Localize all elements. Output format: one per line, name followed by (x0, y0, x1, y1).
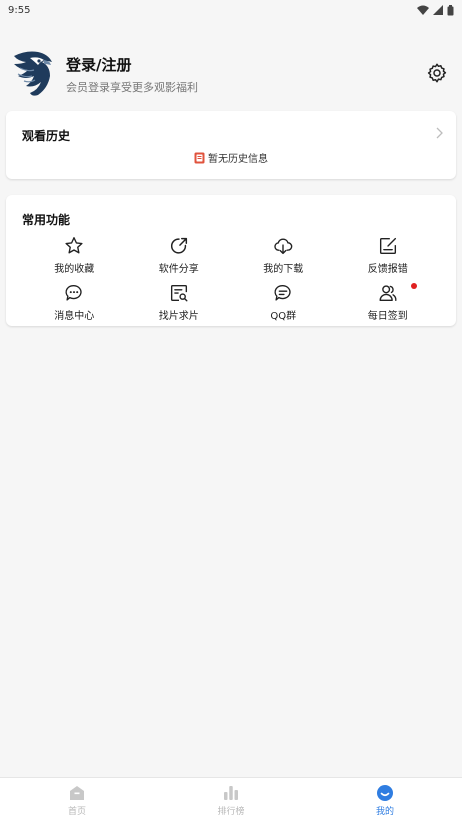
common-functions-title: 常用功能 (22, 213, 71, 227)
battery-icon (447, 4, 454, 15)
request-movie-label: 找片求片 (158, 311, 199, 322)
downloads-button[interactable]: 我的下载 (231, 235, 336, 277)
login-register-link[interactable]: 登录/注册 (66, 54, 131, 75)
function-grid: 我的收藏 软件分享 我的下载 反馈报错 消息中心 找片求片 QQ群 每日签到 (22, 235, 440, 324)
nav-home[interactable]: 首页 (0, 778, 154, 821)
message-center-label: 消息中心 (54, 311, 95, 322)
share-icon (170, 237, 187, 254)
downloads-label: 我的下载 (263, 264, 304, 275)
bottom-nav: 首页 排行榜 我的 (0, 777, 462, 821)
eagle-logo-icon (14, 51, 52, 96)
watch-history-title: 观看历史 (22, 129, 71, 143)
feedback-button[interactable]: 反馈报错 (336, 235, 441, 277)
home-icon (70, 786, 84, 800)
favorites-label: 我的收藏 (54, 264, 95, 275)
login-subtitle: 会员登录享受更多观影福利 (66, 81, 198, 94)
star-icon (65, 237, 83, 254)
favorites-button[interactable]: 我的收藏 (22, 235, 127, 277)
cloud-download-icon (274, 238, 293, 255)
nav-home-label: 首页 (67, 807, 86, 817)
wifi-icon (417, 5, 429, 15)
nav-profile[interactable]: 我的 (308, 778, 462, 821)
book-icon (194, 152, 205, 163)
profile-header: 登录/注册 会员登录享受更多观影福利 (0, 44, 462, 100)
watch-history-card[interactable]: 观看历史 暂无历史信息 (6, 111, 456, 179)
settings-button[interactable] (426, 62, 448, 84)
status-icons (417, 4, 454, 16)
history-empty-text: 暂无历史信息 (208, 154, 268, 165)
status-bar: 9:55 (0, 0, 462, 20)
daily-checkin-label: 每日签到 (367, 311, 408, 322)
nav-ranking-label: 排行榜 (217, 807, 245, 817)
notification-dot (411, 283, 417, 289)
common-functions-card: 常用功能 我的收藏 软件分享 我的下载 反馈报错 消息中心 找片求片 QQ群 每… (6, 195, 456, 326)
chat-group-icon (274, 284, 291, 301)
users-icon (379, 285, 397, 302)
ranking-icon (224, 786, 238, 800)
message-center-button[interactable]: 消息中心 (22, 282, 127, 324)
avatar[interactable] (8, 48, 54, 98)
status-time: 9:55 (8, 4, 31, 16)
edit-note-icon (379, 237, 396, 255)
chevron-right-icon[interactable] (434, 127, 444, 139)
signal-icon (433, 5, 443, 15)
gear-icon (427, 63, 447, 83)
request-movie-button[interactable]: 找片求片 (127, 282, 232, 324)
share-app-button[interactable]: 软件分享 (127, 235, 232, 277)
qq-group-label: QQ群 (270, 311, 297, 322)
feedback-label: 反馈报错 (367, 264, 408, 275)
share-app-label: 软件分享 (158, 264, 199, 275)
daily-checkin-button[interactable]: 每日签到 (336, 282, 441, 324)
chat-bubble-icon (65, 284, 82, 301)
search-document-icon (170, 284, 188, 302)
qq-group-button[interactable]: QQ群 (231, 282, 336, 324)
profile-smile-icon (377, 785, 393, 801)
history-empty-state: 暂无历史信息 (6, 150, 456, 165)
nav-ranking[interactable]: 排行榜 (154, 778, 308, 821)
nav-profile-label: 我的 (375, 807, 394, 817)
